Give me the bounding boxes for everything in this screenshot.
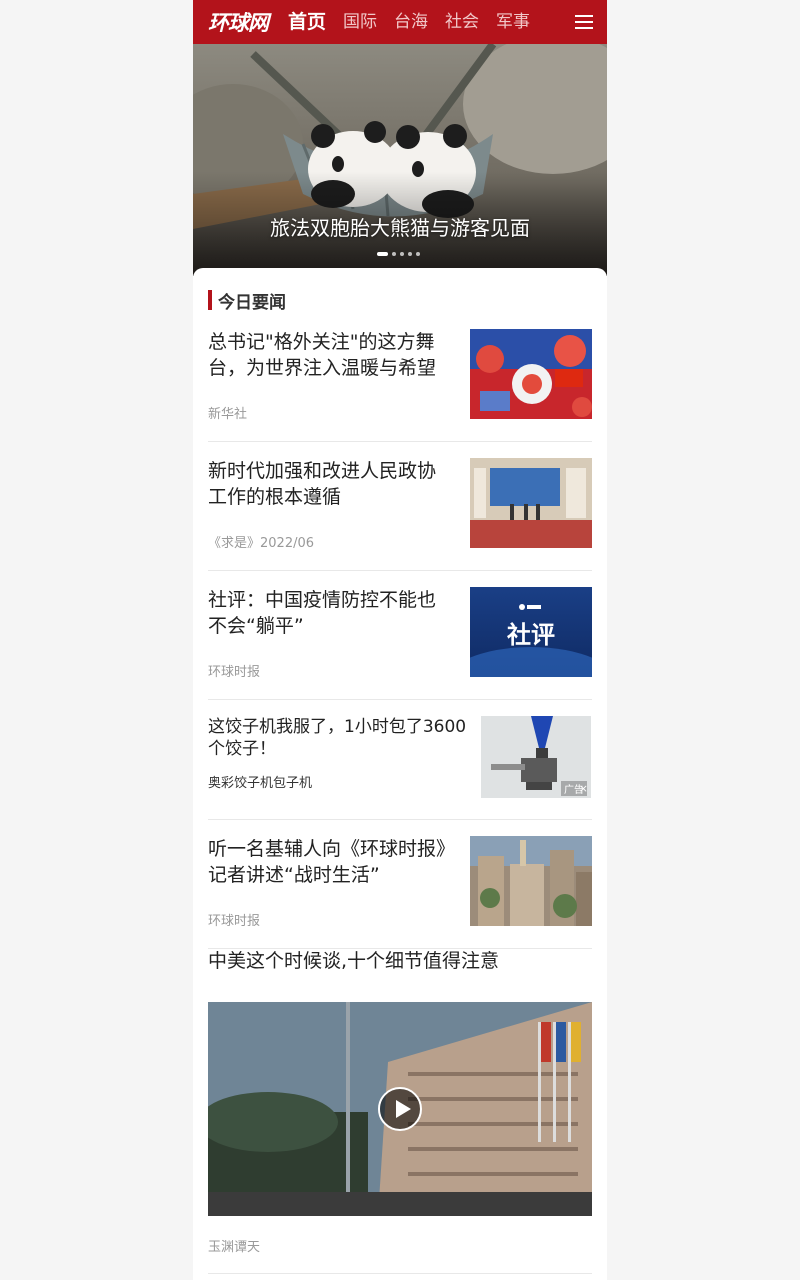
hero-caption[interactable]: 旅法双胞胎大熊猫与游客见面 (193, 212, 607, 241)
thumbnail-text: 社评 (507, 621, 555, 649)
news-feed: 今日要闻 总书记"格外关注"的这方舞台，为世界注入温暖与希望 新华社 新时代加强… (193, 268, 607, 1280)
nav-tab-society[interactable]: 社会 (445, 0, 479, 44)
carousel-dot[interactable] (377, 252, 388, 256)
section-marker (208, 290, 212, 310)
carousel-indicator (377, 252, 424, 256)
site-logo[interactable]: 环球网 (208, 7, 278, 37)
channel-nav: 首页 国际 台海 社会 军事 (288, 0, 547, 44)
video-player[interactable] (208, 1002, 592, 1216)
nav-tab-military[interactable]: 军事 (496, 0, 530, 44)
ad-source: 奥彩饺子机包子机 (208, 776, 313, 791)
section-header: 今日要闻 (208, 290, 286, 313)
news-title[interactable]: 社评：中国疫情防控不能也不会“躺平” (208, 587, 453, 639)
news-source: 环球时报 (208, 665, 261, 680)
news-title[interactable]: 新时代加强和改进人民政协工作的根本遵循 (208, 458, 453, 510)
ad-title[interactable]: 这饺子机我服了，1小时包了3600个饺子！ (208, 716, 478, 760)
nav-tab-home[interactable]: 首页 (288, 0, 326, 44)
news-item[interactable]: 社评：中国疫情防控不能也不会“躺平” 环球时报 社评 (208, 587, 592, 700)
play-icon[interactable] (378, 1087, 422, 1131)
ad-item[interactable]: 这饺子机我服了，1小时包了3600个饺子！ 奥彩饺子机包子机 广告 × (208, 716, 592, 820)
news-thumbnail[interactable] (470, 836, 592, 926)
top-navigation-bar: 环球网 首页 国际 台海 社会 军事 (193, 0, 607, 44)
carousel-dot[interactable] (408, 252, 412, 256)
video-title[interactable]: 中美这个时候谈,十个细节值得注意 (208, 948, 592, 974)
section-title: 今日要闻 (218, 292, 286, 313)
news-thumbnail[interactable]: 社评 (470, 587, 592, 677)
news-title[interactable]: 听一名基辅人向《环球时报》记者讲述“战时生活” (208, 836, 453, 888)
news-thumbnail[interactable] (470, 329, 592, 419)
divider (208, 1273, 592, 1274)
news-title[interactable]: 总书记"格外关注"的这方舞台，为世界注入温暖与希望 (208, 329, 453, 381)
carousel-dot[interactable] (392, 252, 396, 256)
ad-close-icon[interactable]: × (579, 782, 588, 795)
news-source: 环球时报 (208, 914, 261, 929)
video-news-item[interactable]: 中美这个时候谈,十个细节值得注意 玉渊谭天 (208, 948, 592, 1274)
news-item[interactable]: 新时代加强和改进人民政协工作的根本遵循 《求是》2022/06 (208, 458, 592, 571)
ad-thumbnail[interactable]: 广告 × (481, 716, 591, 798)
news-item[interactable]: 总书记"格外关注"的这方舞台，为世界注入温暖与希望 新华社 (208, 329, 592, 442)
carousel-dot[interactable] (416, 252, 420, 256)
news-source: 《求是》2022/06 (208, 536, 315, 551)
hero-carousel[interactable]: 旅法双胞胎大熊猫与游客见面 (193, 44, 607, 276)
news-item[interactable]: 听一名基辅人向《环球时报》记者讲述“战时生活” 环球时报 (208, 836, 592, 949)
video-source: 玉渊谭天 (208, 1240, 261, 1255)
nav-tab-international[interactable]: 国际 (343, 0, 377, 44)
logo-text: 环球网 (208, 11, 269, 35)
nav-tab-taiwan-strait[interactable]: 台海 (394, 0, 428, 44)
hero-image (193, 44, 607, 276)
phone-screen: 环球网 首页 国际 台海 社会 军事 旅法双胞胎大熊猫与游客见面 今日要闻 总书… (193, 0, 607, 1280)
carousel-dot[interactable] (400, 252, 404, 256)
news-thumbnail[interactable] (470, 458, 592, 548)
hamburger-menu-icon[interactable] (575, 11, 593, 33)
news-source: 新华社 (208, 407, 248, 422)
